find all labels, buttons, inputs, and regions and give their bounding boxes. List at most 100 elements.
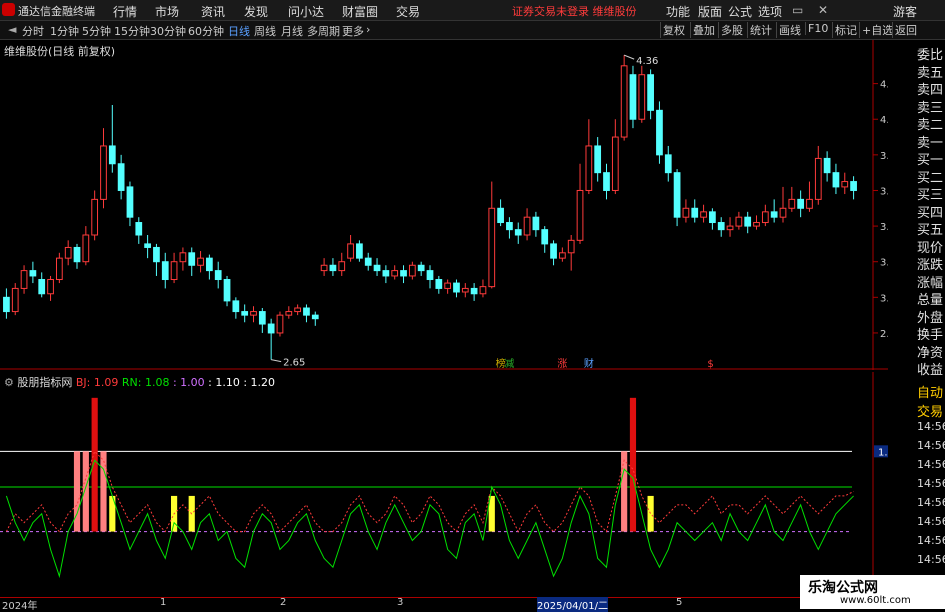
quote-field-label[interactable]: 买五 (917, 219, 943, 238)
quote-field-label[interactable]: 净资 (917, 342, 943, 361)
quote-field-label[interactable]: 卖三 (917, 97, 943, 116)
candle-body (364, 257, 372, 266)
quote-field-label[interactable]: 卖一 (917, 132, 943, 151)
date-axis: 2024年 1 2 3 2025/04/01/二 5 6 (0, 597, 888, 612)
menu-item-trade[interactable]: 交易 (396, 3, 420, 20)
signal-bar-red (91, 397, 98, 532)
menu-item-news[interactable]: 资讯 (201, 3, 225, 20)
tool-mark[interactable]: 标记 (832, 22, 859, 38)
tool-overlay[interactable]: 叠加 (690, 22, 717, 38)
tool-f10[interactable]: F10 (805, 22, 830, 35)
candle-body (250, 311, 257, 316)
quote-field-label[interactable]: 买四 (917, 202, 943, 221)
quote-field-label[interactable]: 委比 (917, 44, 943, 63)
period-15min[interactable]: 15分钟 (114, 23, 150, 39)
candle-body (506, 222, 513, 231)
tick-time-label: 14:56 (917, 534, 945, 547)
signal-bar-pink (100, 451, 107, 532)
candle-body (161, 261, 169, 281)
period-weekly[interactable]: 周线 (254, 23, 276, 39)
candle-body (108, 145, 116, 165)
candle-body (267, 323, 275, 334)
candle-body (832, 172, 840, 188)
tick-time-label: 14:56 (917, 496, 945, 509)
date-label: 2 (280, 597, 287, 608)
candle-body (611, 136, 619, 191)
menu-item-options[interactable]: 选项 (758, 3, 782, 20)
close-window-icon[interactable]: ✕ (818, 3, 828, 17)
tool-back[interactable]: 返回 (892, 22, 919, 38)
signal-bar-pink (621, 451, 628, 532)
period-monthly[interactable]: 月线 (281, 23, 303, 39)
menu-item-market[interactable]: 行情 (113, 3, 137, 20)
signal-bar-pink (73, 451, 81, 532)
period-multi[interactable]: 多周期 (307, 23, 340, 39)
candle-body (814, 157, 822, 200)
candle-body (709, 211, 716, 224)
quote-field-label[interactable]: 总量 (917, 289, 943, 308)
candle-body (391, 270, 399, 277)
event-tag: 减 (504, 358, 514, 370)
menu-item-exchange[interactable]: 市场 (155, 3, 179, 20)
watermark-title: 乐淘公式网 (808, 580, 878, 596)
tool-restore-rights[interactable]: 复权 (660, 22, 687, 38)
quote-field-label[interactable]: 卖二 (917, 114, 943, 133)
menu-item-xiaoda[interactable]: 问小达 (288, 3, 324, 20)
candle-body (735, 216, 743, 227)
expand-icon[interactable]: ◄ (8, 23, 16, 36)
candle-body (514, 229, 522, 236)
quote-field-label[interactable]: 买二 (917, 167, 943, 186)
quote-field-label[interactable]: 换手 (917, 324, 943, 343)
quote-field-label[interactable]: 买一 (917, 149, 943, 168)
chevron-right-icon[interactable]: › (366, 23, 370, 36)
candle-body (232, 300, 240, 313)
minimize-icon[interactable]: ▭ (792, 3, 803, 17)
menu-item-formula[interactable]: 公式 (728, 3, 752, 20)
period-daily[interactable]: 日线 (228, 23, 250, 39)
quote-field-label[interactable]: 现价 (917, 237, 943, 256)
candle-body (338, 261, 346, 272)
menu-item-wealth[interactable]: 财富圈 (342, 3, 378, 20)
tool-add-favorite[interactable]: +自选 (859, 22, 895, 38)
candle-body (788, 198, 796, 209)
candle-body (206, 257, 213, 272)
tool-multi-stock[interactable]: 多股 (718, 22, 745, 38)
quote-field-label[interactable]: 涨跌 (917, 254, 943, 273)
menu-item-layout[interactable]: 版面 (698, 3, 722, 20)
period-60min[interactable]: 60分钟 (188, 23, 224, 39)
date-label: 2024年 (2, 601, 38, 612)
period-5min[interactable]: 5分钟 (82, 23, 111, 39)
tool-drawline[interactable]: 画线 (776, 22, 803, 38)
candle-body (11, 287, 19, 313)
high-price-label: 4.36 (636, 56, 658, 67)
guest-label[interactable]: 游客 (893, 3, 917, 20)
candle-body (144, 243, 151, 248)
current-value-label: 1.18 (878, 447, 888, 458)
menu-item-function[interactable]: 功能 (666, 3, 690, 20)
candle-body (135, 222, 143, 236)
tool-statistics[interactable]: 统计 (747, 22, 774, 38)
candle-body (223, 279, 231, 302)
quote-field-label[interactable]: 卖四 (917, 79, 943, 98)
tick-time-label: 14:56 (917, 439, 945, 452)
indicator-settings-icon[interactable]: ⚙ (4, 376, 14, 389)
signal-bar-pink (82, 451, 89, 532)
quote-field-label[interactable]: 收益 (917, 359, 943, 378)
indicator-chart[interactable]: 1.301.101.000.901.18 (0, 372, 888, 597)
quote-field-label[interactable]: 涨幅 (917, 272, 943, 291)
candle-body (20, 270, 28, 289)
quote-field-label[interactable]: 买三 (917, 184, 943, 203)
period-more[interactable]: 更多 (342, 23, 364, 39)
period-30min[interactable]: 30分钟 (150, 23, 186, 39)
quote-field-label[interactable]: 外盘 (917, 307, 943, 326)
candle-body (55, 257, 63, 281)
period-1min[interactable]: 1分钟 (50, 23, 79, 39)
menu-item-discover[interactable]: 发现 (244, 3, 268, 20)
period-intraday[interactable]: 分时 (22, 23, 44, 39)
indicator-name: 股朋指标网 (17, 376, 73, 389)
candle-body (797, 198, 805, 209)
quote-field-label[interactable]: 卖五 (917, 62, 943, 81)
kline-chart[interactable]: 4.20 4.00 3.80 3.60 3.40 3.20 3.00 2.80 4.36 2.65… (0, 40, 888, 370)
y-tick-label: 3.20 (880, 258, 888, 269)
candle-body (303, 307, 310, 316)
